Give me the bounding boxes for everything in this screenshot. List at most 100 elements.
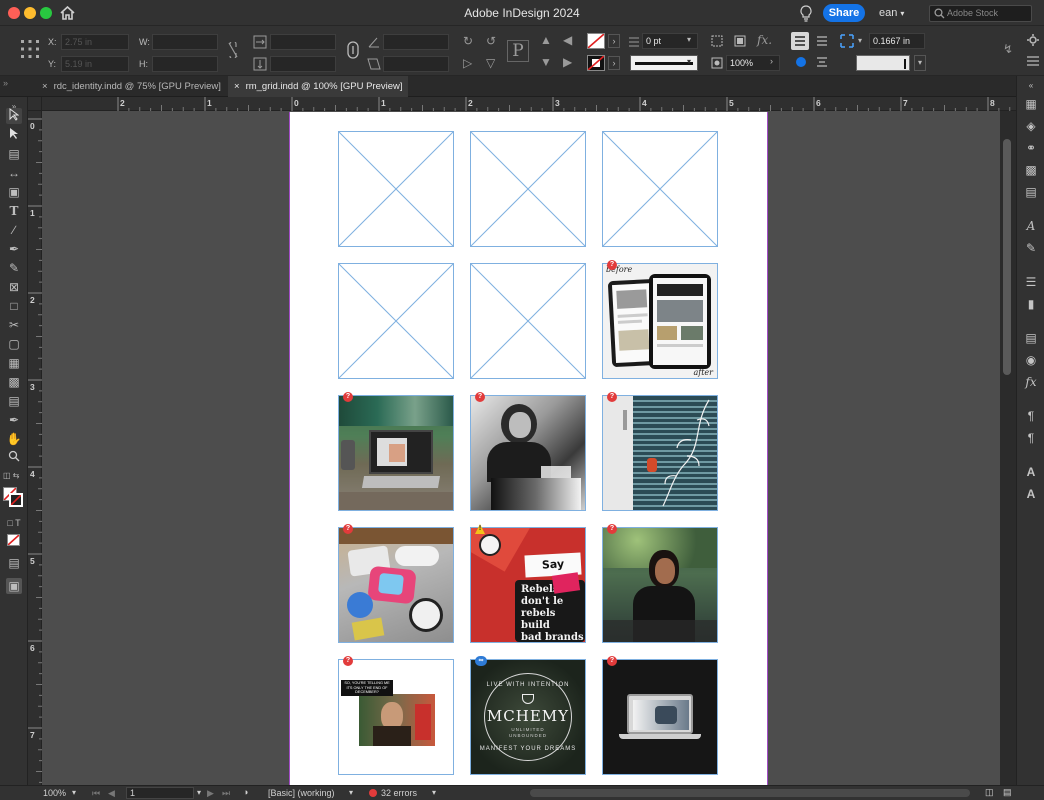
character-styles-panel-icon[interactable]: A xyxy=(1023,486,1039,502)
stroke-panel-icon[interactable]: ☰ xyxy=(1023,274,1039,290)
tab-close-icon[interactable]: × xyxy=(42,81,48,92)
effects-fx-icon[interactable]: fx. xyxy=(757,33,772,47)
type-tool-icon[interactable]: T xyxy=(6,203,22,219)
gap-tool-icon[interactable]: ↔ xyxy=(6,165,22,181)
empty-graphic-frame[interactable] xyxy=(338,263,454,379)
image-frame-woman-jacket[interactable] xyxy=(602,527,718,643)
swatches-panel-icon[interactable]: ▤ xyxy=(1023,330,1039,346)
link-icon[interactable] xyxy=(346,41,360,59)
lightning-icon[interactable]: ↯ xyxy=(1003,42,1013,56)
missing-link-error-icon[interactable]: ? xyxy=(607,260,617,270)
image-frame-stickers-laptop[interactable] xyxy=(338,527,454,643)
spacing-chevron-icon[interactable]: ▾ xyxy=(858,36,862,45)
character-styles-icon[interactable]: A xyxy=(1023,218,1039,234)
linked-content-icon[interactable]: ∞ xyxy=(475,656,487,666)
stroke-type-chevron-icon[interactable]: ▾ xyxy=(687,57,691,66)
page-chevron-icon[interactable]: ▾ xyxy=(197,788,201,797)
ruler-origin[interactable] xyxy=(28,97,42,111)
rectangle-frame-tool-icon[interactable]: ⊠ xyxy=(6,279,22,295)
w-field[interactable] xyxy=(152,34,218,50)
missing-link-error-icon[interactable]: ? xyxy=(343,656,353,666)
preview-mode-icon[interactable]: ▣ xyxy=(6,578,22,594)
page-tool-icon[interactable]: ▤ xyxy=(6,146,22,162)
opacity-menu-chevron-icon[interactable]: › xyxy=(770,56,773,66)
fill-stroke-swatches[interactable] xyxy=(3,487,25,507)
cc-libraries-icon[interactable]: ▩ xyxy=(1023,162,1039,178)
next-page-icon[interactable]: ▶ xyxy=(207,788,214,799)
empty-graphic-frame[interactable] xyxy=(470,131,586,247)
empty-graphic-frame[interactable] xyxy=(602,131,718,247)
fill-swatch[interactable] xyxy=(587,33,605,49)
image-frame-mchemy[interactable]: LIVE WITH INTENTION MCHEMY UNLIMITED UNB… xyxy=(470,659,586,775)
profile-chevron-icon[interactable]: ▾ xyxy=(349,788,353,797)
lightbulb-icon[interactable] xyxy=(799,5,813,22)
align-top-button[interactable] xyxy=(791,32,809,50)
apply-none-icon[interactable] xyxy=(7,534,20,546)
stroke-weight-chevron-icon[interactable]: ▾ xyxy=(687,35,691,44)
rotate-field[interactable] xyxy=(383,34,449,50)
image-frame-dark-laptop[interactable] xyxy=(602,659,718,775)
image-frame-window-blinds[interactable] xyxy=(602,395,718,511)
preflight-profile-icon[interactable]: ◑ xyxy=(243,787,248,797)
glyphs-panel-icon[interactable]: ✎ xyxy=(1023,240,1039,256)
paragraph-panel-icon[interactable]: ¶ xyxy=(1023,408,1039,424)
gradient-feather-tool-icon[interactable]: ▩ xyxy=(6,374,22,390)
free-transform-tool-icon[interactable]: ▢ xyxy=(6,336,22,352)
error-count[interactable]: 32 errors xyxy=(381,788,417,798)
select-container-icon[interactable]: ▲ xyxy=(540,33,552,47)
gradient-panel-icon[interactable]: ▮ xyxy=(1023,296,1039,312)
fit-content-icon[interactable] xyxy=(733,34,747,48)
formatting-affects-icon[interactable]: □ T xyxy=(3,515,25,531)
empty-graphic-frame[interactable] xyxy=(338,131,454,247)
zoom-level[interactable]: 100% xyxy=(43,788,66,798)
document-page[interactable]: before after? ? ?? ? Say Rebels don't le… xyxy=(289,112,768,785)
image-frame-bw-woman[interactable] xyxy=(470,395,586,511)
note-tool-icon[interactable]: ▤ xyxy=(6,393,22,409)
hand-tool-icon[interactable]: ✋ xyxy=(6,431,22,447)
spacing-field[interactable]: 0.1667 in xyxy=(869,33,925,49)
stroke-swatch[interactable] xyxy=(587,55,605,71)
character-panel-icon[interactable]: A xyxy=(1023,464,1039,480)
text-wrap-icon[interactable] xyxy=(815,55,829,69)
scale-y-field[interactable] xyxy=(270,56,336,72)
image-frame-desk-laptop[interactable] xyxy=(338,395,454,511)
tab-close-icon[interactable]: × xyxy=(234,81,240,92)
y-field[interactable]: 5.19 in xyxy=(61,56,129,72)
auto-fit-icon[interactable] xyxy=(796,57,806,67)
fill-menu-chevron-icon[interactable]: › xyxy=(608,34,620,48)
shear-field[interactable] xyxy=(383,56,449,72)
select-previous-icon[interactable]: ◀ xyxy=(563,33,572,47)
scissors-tool-icon[interactable]: ✂ xyxy=(6,317,22,333)
rectangle-tool-icon[interactable]: □ xyxy=(6,298,22,314)
paragraph-style-select[interactable] xyxy=(856,55,910,71)
default-colors-icon[interactable]: ◫ ⇆ xyxy=(3,471,25,481)
user-menu[interactable]: ean ▾ xyxy=(879,7,904,19)
eyedropper-tool-icon[interactable]: ✒ xyxy=(6,412,22,428)
horizontal-scrollbar[interactable] xyxy=(530,789,970,797)
missing-link-error-icon[interactable]: ? xyxy=(343,392,353,402)
direct-selection-tool-icon[interactable] xyxy=(6,127,22,143)
align-center-icon[interactable] xyxy=(815,34,829,48)
shear-angle-icon[interactable] xyxy=(367,57,381,71)
h-field[interactable] xyxy=(152,56,218,72)
expand-panels-icon[interactable]: « xyxy=(1023,78,1039,94)
gear-icon[interactable] xyxy=(1027,34,1039,46)
image-frame-meme[interactable]: SO, YOU'RE TELLING ME ITS ONLY THE END O… xyxy=(338,659,454,775)
errors-chevron-icon[interactable]: ▾ xyxy=(432,788,436,797)
tab-rdc-identity[interactable]: × rdc_identity.indd @ 75% [GPU Preview] xyxy=(36,76,226,97)
scale-x-icon[interactable] xyxy=(253,35,267,49)
missing-link-error-icon[interactable]: ? xyxy=(475,392,485,402)
image-frame-say-cheers[interactable]: Say Cheers Rebels don't le rebels build … xyxy=(470,527,586,643)
effects-panel-icon[interactable]: fx xyxy=(1023,374,1039,390)
rotate-ccw-icon[interactable]: ↺ xyxy=(486,34,496,48)
content-collector-icon[interactable]: ▣ xyxy=(6,184,22,200)
layers-panel-icon[interactable]: ◈ xyxy=(1023,118,1039,134)
missing-link-error-icon[interactable]: ? xyxy=(607,656,617,666)
rotate-cw-icon[interactable]: ↻ xyxy=(463,34,473,48)
missing-link-error-icon[interactable]: ? xyxy=(343,524,353,534)
pages-panel-icon[interactable]: ▦ xyxy=(1023,96,1039,112)
preflight-profile[interactable]: [Basic] (working) xyxy=(268,788,335,798)
missing-link-error-icon[interactable]: ? xyxy=(607,524,617,534)
zoom-tool-icon[interactable] xyxy=(6,450,22,466)
zoom-chevron-icon[interactable]: ▾ xyxy=(72,788,76,797)
